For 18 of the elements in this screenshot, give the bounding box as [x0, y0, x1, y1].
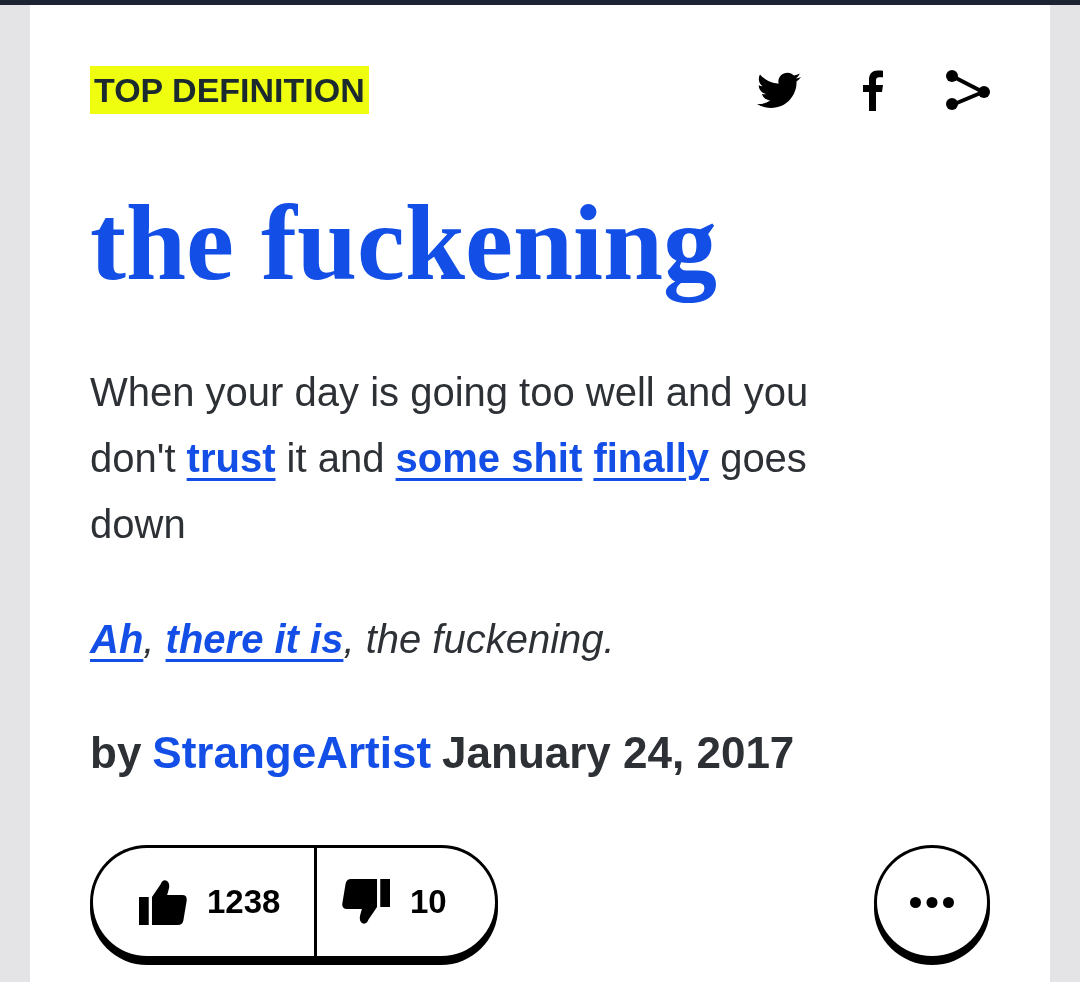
thumbs-down-icon	[342, 879, 390, 925]
term-link[interactable]: there it is	[165, 617, 344, 661]
term-link[interactable]: some shit	[395, 436, 583, 480]
definition-text: When your day is going too well and you don't trust it and some shit finally goes down	[90, 369, 810, 548]
share-icon[interactable]	[945, 69, 990, 111]
term-link[interactable]: finally	[593, 436, 709, 480]
word-title[interactable]: the fuckening	[90, 183, 718, 303]
by-label: by	[90, 727, 142, 779]
author-link[interactable]: StrangeArtist	[152, 725, 432, 781]
thumbs-up-icon	[139, 879, 187, 925]
f-logo-icon[interactable]	[863, 69, 883, 111]
term-link[interactable]: Ah	[90, 617, 144, 661]
more-dots-icon	[910, 896, 954, 908]
date-text: January 24, 2017	[442, 727, 795, 779]
example-text: Ah, there it is, the fuckening.	[90, 616, 616, 663]
top-definition-badge: TOP DEFINITION	[90, 66, 369, 114]
term-link[interactable]: trust	[186, 436, 276, 480]
bird-icon[interactable]	[757, 72, 801, 108]
